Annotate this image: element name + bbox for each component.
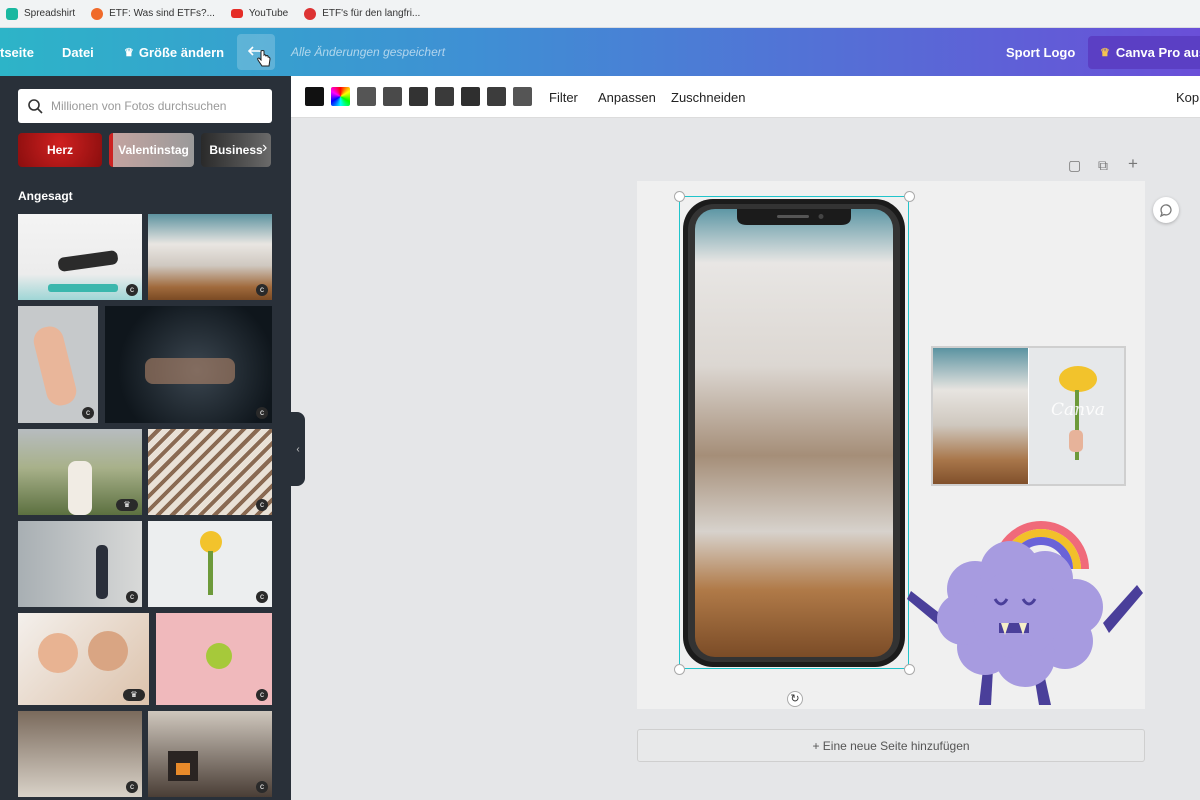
photo-search-input[interactable]: Millionen von Fotos durchsuchen <box>18 89 272 123</box>
color-swatch[interactable] <box>305 87 324 106</box>
color-swatch[interactable] <box>487 87 506 106</box>
crown-icon: ♛ <box>1100 47 1110 59</box>
search-placeholder: Millionen von Fotos durchsuchen <box>51 99 227 113</box>
bookmark-youtube[interactable]: YouTube <box>230 8 289 19</box>
selection-frame <box>679 196 909 669</box>
editor-header: tseite Datei ♛ Größe ändern Alle Änderun… <box>0 28 1200 76</box>
free-badge: c <box>256 689 268 701</box>
bookmark-etf[interactable]: ETF: Was sind ETFs?... <box>91 7 215 20</box>
resize-label: Größe ändern <box>138 44 225 60</box>
trending-heading: Angesagt <box>18 189 73 203</box>
photo-pink-fruit[interactable]: c <box>156 613 272 705</box>
duplicate-page-icon[interactable]: ⧉ <box>1098 157 1108 174</box>
color-swatch[interactable] <box>357 87 376 106</box>
canva-pro-button[interactable]: ♛ Canva Pro ausp <box>1088 36 1200 69</box>
cursor-hand-icon <box>257 50 271 67</box>
bookmark-label: Spreadshirt <box>24 8 76 19</box>
free-badge: c <box>126 284 138 296</box>
photo-night-swim[interactable]: c <box>105 306 272 423</box>
photo-tulips[interactable]: c <box>148 521 272 607</box>
add-new-page-button[interactable]: + Eine neue Seite hinzufügen <box>637 729 1145 762</box>
collapse-panel-button[interactable]: ‹ <box>291 412 305 486</box>
note-icon[interactable]: ▢ <box>1068 157 1081 174</box>
color-swatch[interactable] <box>409 87 428 106</box>
photo-hand[interactable]: c <box>18 306 98 423</box>
chevron-left-icon: ‹ <box>296 443 300 455</box>
collage-image[interactable]: Canva <box>931 346 1126 486</box>
free-badge: c <box>256 781 268 793</box>
resize-handle[interactable] <box>674 664 685 675</box>
pro-badge: ♛ <box>116 499 138 511</box>
free-badge: c <box>82 407 94 419</box>
bookmark-label: ETF: Was sind ETFs?... <box>109 8 215 19</box>
color-swatch[interactable] <box>513 87 532 106</box>
etf-long-icon <box>304 7 317 20</box>
photo-clouds-mountain[interactable]: c <box>148 214 272 300</box>
pro-badge: ♛ <box>123 689 145 701</box>
photos-panel: Millionen von Fotos durchsuchen Herz Val… <box>0 76 291 800</box>
resize-handle[interactable] <box>904 191 915 202</box>
color-swatch[interactable] <box>461 87 480 106</box>
resize-button[interactable]: ♛ Größe ändern <box>124 28 224 76</box>
chip-herz[interactable]: Herz <box>18 133 102 167</box>
crop-button[interactable]: Zuschneiden <box>671 76 745 118</box>
color-swatch[interactable] <box>435 87 454 106</box>
filter-button[interactable]: Filter <box>549 76 578 118</box>
copy-style-button[interactable]: Kopi <box>1176 76 1200 118</box>
bookmark-label: ETF's für den langfri... <box>322 8 421 19</box>
undo-button[interactable] <box>237 34 275 70</box>
color-swatch-rainbow[interactable] <box>331 87 350 106</box>
cloud-monster-graphic[interactable] <box>905 519 1145 709</box>
spreadshirt-icon <box>6 7 18 20</box>
design-page[interactable]: ↻ Canva <box>637 181 1145 709</box>
free-badge: c <box>256 284 268 296</box>
etf-icon <box>91 7 104 20</box>
photo-fireplace[interactable]: c <box>148 711 272 797</box>
chip-valentinstag[interactable]: Valentinstag <box>109 133 194 167</box>
image-toolbar: Filter Anpassen Zuschneiden Kopi <box>291 76 1200 118</box>
save-status: Alle Änderungen gespeichert <box>291 45 446 59</box>
crown-icon: ♛ <box>124 46 134 59</box>
youtube-icon <box>230 9 243 18</box>
bookmark-etf-long[interactable]: ETF's für den langfri... <box>304 7 421 20</box>
free-badge: c <box>126 781 138 793</box>
bookmark-spreadshirt[interactable]: Spreadshirt <box>6 7 76 20</box>
photo-couple-laptop[interactable]: c <box>18 711 142 797</box>
photo-ukulele[interactable]: ♛ <box>18 429 142 515</box>
chip-business[interactable]: Business <box>201 133 271 167</box>
pro-label: Canva Pro ausp <box>1115 45 1200 60</box>
free-badge: c <box>126 591 138 603</box>
bookmarks-bar: Spreadshirt ETF: Was sind ETFs?... YouTu… <box>0 0 1200 28</box>
add-page-icon[interactable]: + <box>1128 154 1138 174</box>
comment-icon[interactable] <box>1153 197 1179 223</box>
photo-building[interactable]: c <box>148 429 272 515</box>
bookmark-label: YouTube <box>248 8 289 19</box>
free-badge: c <box>256 499 268 511</box>
chevron-right-icon[interactable]: › <box>262 139 267 157</box>
free-badge: c <box>256 407 268 419</box>
rotate-handle[interactable]: ↻ <box>787 691 803 707</box>
search-icon <box>28 98 43 114</box>
file-menu[interactable]: Datei <box>62 28 94 76</box>
design-title[interactable]: Sport Logo <box>1006 28 1075 76</box>
canva-watermark: Canva <box>1051 400 1105 420</box>
color-swatch[interactable] <box>383 87 402 106</box>
photo-skater[interactable]: c <box>18 521 142 607</box>
resize-handle[interactable] <box>674 191 685 202</box>
home-link[interactable]: tseite <box>0 28 34 76</box>
adjust-button[interactable]: Anpassen <box>598 76 656 118</box>
free-badge: c <box>256 591 268 603</box>
photo-mother-child[interactable]: ♛ <box>18 613 149 705</box>
photo-fitness-woman[interactable]: c <box>18 214 142 300</box>
